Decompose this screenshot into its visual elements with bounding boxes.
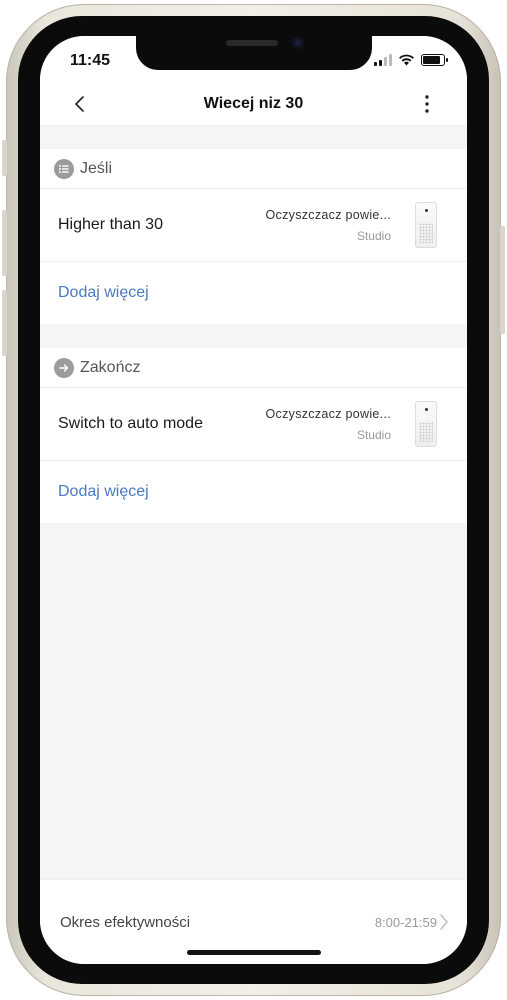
home-indicator[interactable]	[187, 950, 321, 955]
phone-side-button	[2, 140, 7, 176]
phone-volume-up-button	[2, 210, 7, 276]
if-section-header: Jeśli	[40, 149, 467, 189]
air-purifier-icon	[415, 401, 437, 447]
action-device-name: Oczyszczacz powie...	[265, 406, 391, 421]
condition-row[interactable]: Higher than 30 Oczyszczacz powie... Stud…	[40, 189, 467, 262]
status-time: 11:45	[70, 52, 111, 69]
phone-volume-down-button	[2, 290, 7, 356]
front-camera	[292, 37, 304, 49]
if-section: Jeśli Higher than 30 Oczyszczacz powie..…	[40, 149, 467, 324]
more-vertical-icon[interactable]	[417, 92, 437, 116]
effective-period-label: Okres efektywności	[60, 914, 191, 931]
nav-bar: Wiecej niz 30	[40, 80, 467, 126]
arrow-right-icon	[54, 357, 74, 378]
status-icons	[374, 54, 448, 66]
then-section: Zakończ Switch to auto mode Oczyszczacz …	[40, 348, 467, 523]
action-device-room: Studio	[356, 427, 391, 442]
then-section-header: Zakończ	[40, 348, 467, 388]
phone-power-button	[500, 226, 505, 334]
then-section-title: Zakończ	[80, 358, 141, 376]
action-row[interactable]: Switch to auto mode Oczyszczacz powie...…	[40, 388, 467, 461]
condition-device-room: Studio	[356, 228, 391, 243]
phone-notch	[136, 36, 372, 70]
condition-device-name: Oczyszczacz powie...	[265, 207, 391, 222]
list-icon	[54, 158, 74, 179]
air-purifier-icon	[415, 202, 437, 248]
add-more-condition-link[interactable]: Dodaj więcej	[40, 262, 467, 324]
action-device-info: Oczyszczacz powie... Studio	[266, 407, 391, 442]
app-screen: 11:45 Wiecej niz 30 Jeśli Higher than 30…	[40, 36, 467, 964]
condition-label: Higher than 30	[58, 216, 163, 233]
if-section-title: Jeśli	[80, 159, 113, 177]
chevron-right-icon	[440, 914, 448, 930]
signal-icon	[374, 54, 392, 66]
wifi-icon	[399, 54, 414, 66]
action-label: Switch to auto mode	[58, 415, 203, 432]
speaker-grille	[226, 40, 278, 46]
effective-period-value: 8:00-21:59	[374, 915, 437, 930]
condition-device-info: Oczyszczacz powie... Studio	[266, 208, 391, 243]
add-more-action-link[interactable]: Dodaj więcej	[40, 461, 467, 523]
battery-icon	[421, 54, 448, 66]
page-title: Wiecej niz 30	[203, 95, 304, 112]
